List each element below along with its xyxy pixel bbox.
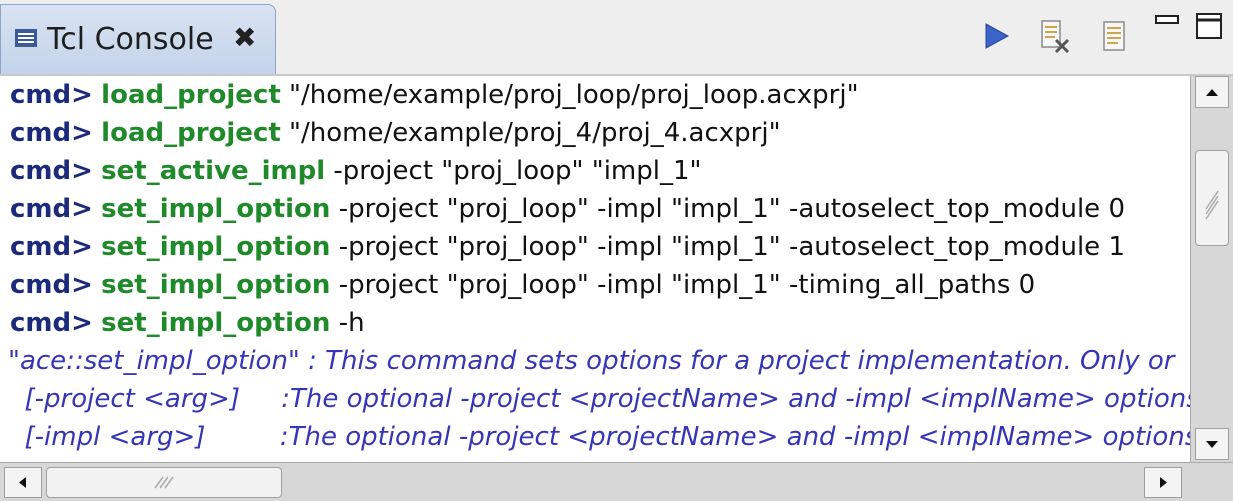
arrow-left-icon: [19, 477, 26, 488]
clear-console-icon[interactable]: [1036, 18, 1072, 54]
horizontal-scrollbar[interactable]: [0, 462, 1233, 501]
console-line: cmd> set_impl_option -project "proj_loop…: [10, 228, 1125, 266]
help-output-line: [-impl <arg>] :The optional -project <pr…: [8, 422, 1190, 452]
command-name: load_project: [101, 118, 281, 148]
prompt: cmd>: [10, 156, 93, 186]
console-line: cmd> set_impl_option -project "proj_loop…: [10, 266, 1035, 304]
view-tab-bar: Tcl Console ✖: [0, 0, 1233, 76]
arrow-up-icon: [1206, 89, 1218, 96]
horizontal-scroll-thumb[interactable]: [46, 467, 282, 498]
command-args: -project "proj_loop" -impl "impl_1" -aut…: [330, 232, 1125, 262]
console-line: cmd> set_impl_option -project "proj_loop…: [10, 190, 1125, 228]
minimize-icon[interactable]: [1150, 8, 1186, 44]
scroll-right-button[interactable]: [1144, 467, 1182, 498]
console-icon: [15, 29, 37, 47]
vertical-scrollbar[interactable]: [1190, 76, 1233, 462]
grip-icon: [1205, 190, 1219, 220]
command-name: set_impl_option: [101, 194, 331, 224]
prompt: cmd>: [10, 232, 93, 262]
command-args: -project "proj_loop" "impl_1": [325, 156, 702, 186]
console-line: cmd> load_project "/home/example/proj_lo…: [10, 76, 859, 114]
help-output-line: [-project <arg>] :The optional -project …: [8, 384, 1190, 414]
command-name: set_active_impl: [101, 156, 326, 186]
prompt: cmd>: [10, 118, 93, 148]
command-args: "/home/example/proj_4/proj_4.acxprj": [280, 118, 781, 148]
console-line: cmd> load_project "/home/example/proj_4/…: [10, 114, 781, 152]
help-output-line: "ace::set_impl_option" : This command se…: [8, 346, 1175, 376]
tab-tcl-console[interactable]: Tcl Console ✖: [0, 4, 276, 76]
arrow-right-icon: [1160, 477, 1167, 488]
document-icon[interactable]: [1096, 18, 1132, 54]
command-name: load_project: [101, 80, 281, 110]
command-args: -project "proj_loop" -impl "impl_1" -aut…: [330, 194, 1125, 224]
command-name: set_impl_option: [101, 232, 331, 262]
close-icon[interactable]: ✖: [233, 23, 256, 53]
prompt: cmd>: [10, 270, 93, 300]
console-output[interactable]: cmd> load_project "/home/example/proj_lo…: [0, 76, 1190, 462]
play-icon[interactable]: [978, 18, 1014, 54]
grip-icon: [154, 476, 174, 489]
prompt: cmd>: [10, 308, 93, 338]
vertical-scroll-thumb[interactable]: [1195, 150, 1229, 246]
command-args: "/home/example/proj_loop/proj_loop.acxpr…: [280, 80, 859, 110]
command-name: set_impl_option: [101, 270, 331, 300]
prompt: cmd>: [10, 80, 93, 110]
scroll-left-button[interactable]: [4, 467, 42, 498]
command-args: -h: [330, 308, 365, 338]
tab-label: Tcl Console: [47, 22, 214, 57]
command-args: -project "proj_loop" -impl "impl_1" -tim…: [330, 270, 1036, 300]
scroll-down-button[interactable]: [1195, 428, 1229, 460]
prompt: cmd>: [10, 194, 93, 224]
console-line: cmd> set_active_impl -project "proj_loop…: [10, 152, 702, 190]
scroll-up-button[interactable]: [1195, 76, 1229, 108]
tcl-console-view: Tcl Console ✖ cmd> load_project "/home/e…: [0, 0, 1233, 501]
arrow-down-icon: [1206, 441, 1218, 448]
maximize-icon[interactable]: [1192, 8, 1228, 44]
console-line: cmd> set_impl_option -h: [10, 304, 365, 342]
command-name: set_impl_option: [101, 308, 331, 338]
